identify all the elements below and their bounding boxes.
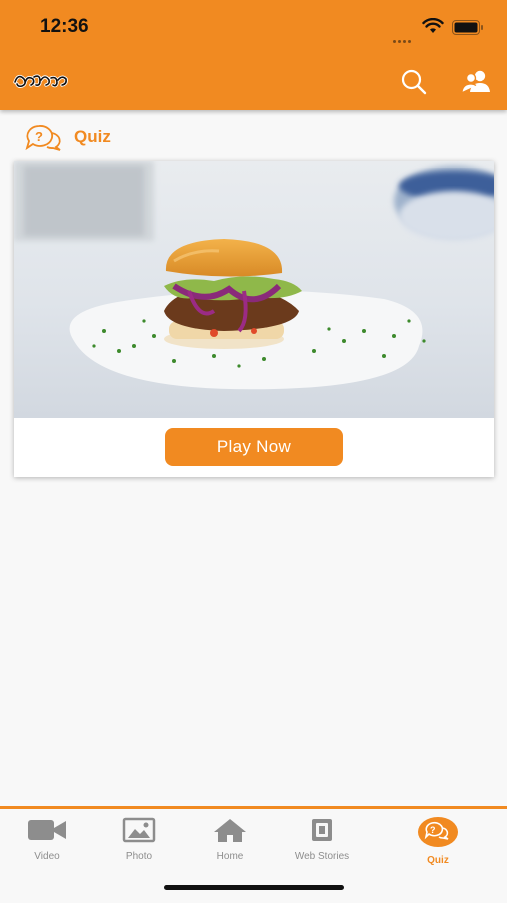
app-logo[interactable] — [13, 68, 69, 92]
video-camera-icon — [28, 820, 66, 840]
battery-icon — [452, 20, 483, 35]
quiz-cover-image[interactable] — [14, 161, 494, 418]
quiz-tab-icon: ? — [418, 817, 458, 847]
svg-text:?: ? — [35, 129, 43, 144]
section-title: Quiz — [74, 127, 111, 146]
tab-web-stories-label: Web Stories — [294, 851, 350, 862]
svg-text:?: ? — [430, 825, 436, 835]
search-icon[interactable] — [400, 68, 428, 96]
tab-video[interactable]: Video — [2, 817, 92, 867]
tab-photo[interactable]: Photo — [94, 817, 184, 867]
tab-photo-label: Photo — [125, 851, 153, 862]
home-indicator — [164, 885, 344, 890]
tab-home-label: Home — [216, 851, 244, 862]
quiz-card[interactable]: Play Now — [14, 161, 494, 477]
home-icon — [214, 819, 246, 842]
tab-home[interactable]: Home — [185, 817, 275, 867]
web-stories-icon — [312, 819, 332, 841]
app-header: 12:36 — [0, 0, 507, 110]
play-now-button[interactable]: Play Now — [165, 428, 343, 466]
user-profile-icon[interactable] — [461, 68, 491, 96]
tab-quiz-label: Quiz — [427, 855, 449, 866]
status-time: 12:36 — [40, 16, 89, 37]
cellular-signal-icon — [393, 30, 413, 48]
tab-video-label: Video — [34, 851, 60, 862]
section-heading: ? Quiz — [24, 122, 111, 152]
tab-web-stories[interactable]: Web Stories — [277, 817, 367, 867]
wifi-icon — [422, 18, 444, 33]
tab-quiz[interactable]: ? Quiz — [393, 817, 483, 867]
photo-icon — [122, 817, 156, 843]
quiz-icon: ? — [25, 125, 61, 151]
